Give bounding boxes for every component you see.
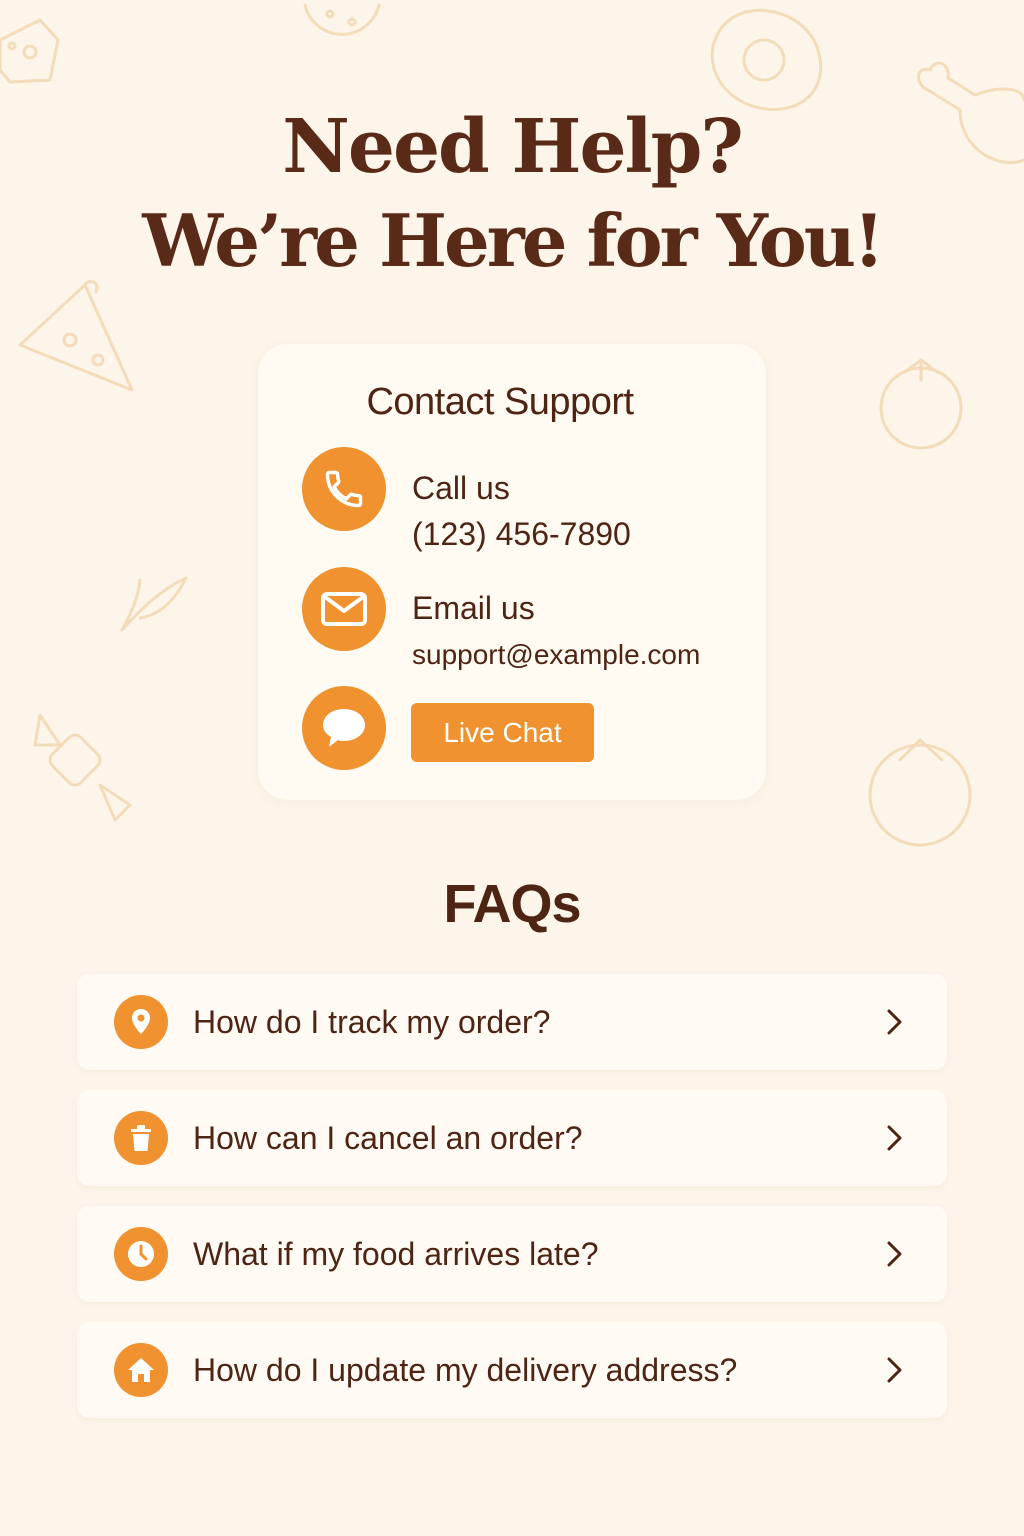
- chevron-right-icon: [887, 1009, 902, 1035]
- title-line-1: Need Help?: [282, 104, 744, 190]
- chat-bubble-icon[interactable]: [302, 686, 386, 770]
- cookie-doodle-icon: [303, 3, 381, 36]
- email-us-label: Email us: [412, 590, 535, 626]
- email-address[interactable]: support@example.com: [412, 637, 700, 673]
- phone-number[interactable]: (123) 456-7890: [412, 514, 631, 554]
- faq-question: How can I cancel an order?: [193, 1120, 583, 1156]
- home-icon: [114, 1343, 168, 1397]
- faq-item-late-food[interactable]: What if my food arrives late?: [77, 1206, 947, 1302]
- egg-doodle-icon: [710, 8, 823, 111]
- faq-item-track-order[interactable]: How do I track my order?: [77, 974, 947, 1070]
- call-us-label: Call us: [412, 470, 510, 506]
- title-line-2: We’re Here for You!: [142, 198, 884, 283]
- faq-heading: FAQs: [443, 874, 581, 934]
- chevron-right-icon: [887, 1125, 902, 1151]
- faq-question: How do I track my order?: [193, 1004, 551, 1040]
- envelope-icon[interactable]: [302, 567, 386, 651]
- live-chat-button[interactable]: Live Chat: [411, 703, 594, 762]
- faq-question: How do I update my delivery address?: [193, 1352, 738, 1388]
- faq-item-update-address[interactable]: How do I update my delivery address?: [77, 1322, 947, 1418]
- chevron-right-icon: [887, 1357, 902, 1383]
- location-pin-icon: [114, 995, 168, 1049]
- phone-icon[interactable]: [302, 447, 386, 531]
- pizza-doodle-icon: [18, 280, 134, 392]
- cheese-doodle-icon: [0, 18, 60, 84]
- tomato-doodle-icon: [868, 738, 972, 847]
- herb-doodle-icon: [120, 576, 188, 632]
- page-title: Need Help? We’re Here for You!: [0, 100, 1024, 288]
- faq-question: What if my food arrives late?: [193, 1236, 599, 1272]
- candy-doodle-icon: [33, 713, 132, 822]
- chevron-right-icon: [887, 1241, 902, 1267]
- clock-icon: [114, 1227, 168, 1281]
- faq-item-cancel-order[interactable]: How can I cancel an order?: [77, 1090, 947, 1186]
- trash-icon: [114, 1111, 168, 1165]
- contact-support-title: Contact Support: [366, 381, 634, 423]
